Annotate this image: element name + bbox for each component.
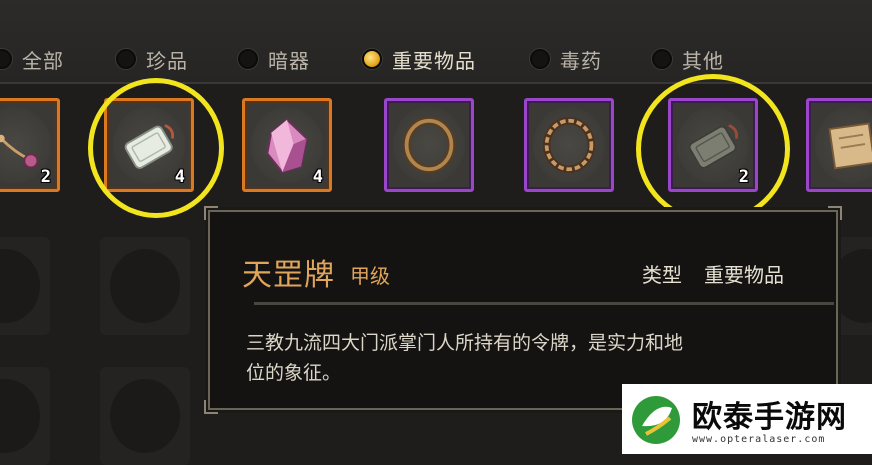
inventory-slot[interactable]	[806, 98, 872, 192]
radio-icon	[238, 49, 258, 69]
radio-icon	[0, 49, 12, 69]
rope-ring-icon	[542, 117, 596, 173]
tab-hidden-weapons[interactable]: 暗器	[238, 44, 310, 74]
empty-slot[interactable]	[100, 367, 190, 465]
tab-all[interactable]: 全部	[0, 44, 64, 74]
tab-other[interactable]: 其他	[652, 44, 724, 74]
radio-icon	[116, 49, 136, 69]
item-description-line: 三教九流四大门派掌门人所持有的令牌，是实力和地	[246, 332, 684, 354]
slot-ring	[110, 249, 180, 323]
tab-label: 毒药	[560, 48, 602, 73]
site-watermark: 欧泰手游网 www.opteralaser.com	[622, 384, 872, 454]
bronze-ring-icon	[402, 117, 456, 173]
inventory-slot[interactable]: 2	[0, 98, 60, 192]
tab-label: 重要物品	[392, 48, 476, 73]
highlight-circle	[636, 74, 790, 224]
tab-label: 全部	[22, 48, 64, 73]
tooltip-divider	[254, 302, 834, 305]
slot-ring	[0, 249, 40, 323]
tab-poisons[interactable]: 毒药	[530, 44, 602, 74]
tooltip-corner	[204, 400, 218, 414]
watermark-url: www.opteralaser.com	[692, 434, 826, 445]
tab-important-items[interactable]: 重要物品	[362, 44, 476, 74]
item-type-value: 重要物品	[704, 263, 784, 287]
watermark-brand: 欧泰手游网	[692, 400, 847, 435]
radio-icon	[652, 49, 672, 69]
tab-treasure[interactable]: 珍品	[116, 44, 188, 74]
item-quantity: 4	[312, 167, 323, 187]
tooltip-corner	[204, 206, 218, 220]
radio-selected-icon	[362, 49, 382, 69]
item-tooltip: 天罡牌 甲级 类型 重要物品 三教九流四大门派掌门人所持有的令牌，是实力和地 位…	[204, 206, 842, 414]
tab-label: 暗器	[268, 48, 310, 73]
slot-ring	[110, 379, 180, 453]
inventory-slot[interactable]	[384, 98, 474, 192]
inventory-slot[interactable]	[524, 98, 614, 192]
inventory-item-row: 2 4 4 2	[0, 74, 872, 224]
empty-slot[interactable]	[0, 367, 50, 465]
item-quantity: 2	[40, 167, 51, 187]
empty-slot[interactable]	[100, 237, 190, 335]
tab-label: 珍品	[146, 48, 188, 73]
empty-slot[interactable]	[0, 237, 50, 335]
highlight-circle	[88, 78, 224, 218]
inventory-slot[interactable]: 4	[242, 98, 332, 192]
scroll-icon	[828, 122, 872, 170]
item-grade: 甲级	[350, 264, 390, 288]
leaf-logo-icon	[632, 396, 680, 444]
category-tab-bar: 全部 珍品 暗器 重要物品 毒药 其他	[0, 0, 872, 84]
tab-label: 其他	[682, 48, 724, 73]
slot-ring	[0, 379, 40, 453]
item-name: 天罡牌	[242, 258, 335, 293]
item-description: 三教九流四大门派掌门人所持有的令牌，是实力和地 位的象征。	[246, 328, 806, 388]
tooltip-corner	[828, 206, 842, 220]
item-type-label: 类型	[642, 263, 682, 287]
radio-icon	[530, 49, 550, 69]
